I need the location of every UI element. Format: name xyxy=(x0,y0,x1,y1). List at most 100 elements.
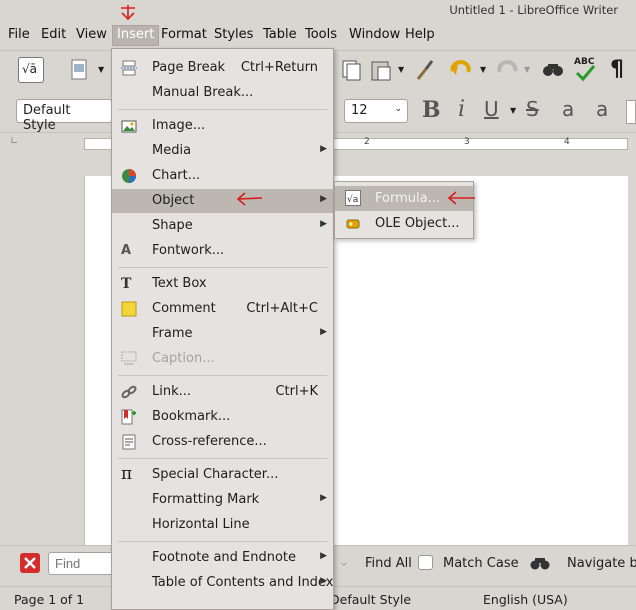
chevron-down-icon[interactable]: ▼ xyxy=(398,65,404,74)
redo-icon[interactable] xyxy=(494,57,520,83)
language-status[interactable]: English (USA) xyxy=(483,592,568,607)
superscript-icon[interactable]: a xyxy=(562,97,574,121)
menu-item-link[interactable]: Link... Ctrl+K xyxy=(112,380,333,404)
ruler-label: 3 xyxy=(464,137,470,147)
paste-icon[interactable] xyxy=(368,57,394,83)
submenu-arrow-icon: ▶ xyxy=(320,493,327,503)
menu-format[interactable]: Format xyxy=(161,27,207,42)
submenu-arrow-icon: ▶ xyxy=(320,551,327,561)
submenu-arrow-icon: ▶ xyxy=(320,219,327,229)
menu-item-frame[interactable]: Frame ▶ xyxy=(112,322,333,346)
find-all-button[interactable]: Find All xyxy=(365,556,412,571)
font-size-select[interactable]: 12 ⌄ xyxy=(344,99,408,123)
chevron-down-icon[interactable]: ▼ xyxy=(524,65,530,74)
menu-item-image[interactable]: Image... xyxy=(112,114,333,138)
ruler-label: 2 xyxy=(364,137,370,147)
menu-item-text-box[interactable]: T Text Box xyxy=(112,272,333,296)
annotation-arrow-icon xyxy=(236,192,263,206)
menu-item-special-character[interactable]: π Special Character... xyxy=(112,463,333,487)
menu-item-formatting-mark[interactable]: Formatting Mark ▶ xyxy=(112,488,333,512)
cross-reference-icon xyxy=(122,434,136,450)
underline-icon[interactable]: U xyxy=(484,97,499,121)
spelling-icon[interactable]: ABC xyxy=(572,57,598,83)
submenu-arrow-icon: ▶ xyxy=(320,194,327,204)
submenu-arrow-icon: ▶ xyxy=(320,144,327,154)
menu-item-footnote-endnote[interactable]: Footnote and Endnote ▶ xyxy=(112,546,333,570)
italic-icon[interactable]: i xyxy=(458,97,465,122)
strikethrough-icon[interactable]: S xyxy=(526,97,539,121)
annotation-arrow-icon xyxy=(447,191,475,205)
link-icon xyxy=(121,385,137,399)
page-break-icon xyxy=(121,60,137,76)
menu-item-fontwork[interactable]: A Fontwork... xyxy=(112,239,333,263)
menu-edit[interactable]: Edit xyxy=(41,27,66,42)
font-size-value: 12 xyxy=(351,103,368,118)
menu-item-cross-reference[interactable]: Cross-reference... xyxy=(112,430,333,454)
menu-item-manual-break[interactable]: Manual Break... xyxy=(112,81,333,105)
menu-item-chart[interactable]: Chart... xyxy=(112,164,333,188)
chevron-down-icon[interactable]: ▼ xyxy=(510,106,516,115)
menu-file[interactable]: File xyxy=(8,27,30,42)
window-title: Untitled 1 - LibreOffice Writer xyxy=(449,3,618,17)
menu-item-media[interactable]: Media ▶ xyxy=(112,139,333,163)
ole-object-icon xyxy=(346,219,360,229)
new-document-icon[interactable] xyxy=(66,57,92,83)
chevron-down-icon[interactable]: ▼ xyxy=(98,65,104,74)
undo-icon[interactable] xyxy=(448,57,474,83)
formula-icon: √a xyxy=(345,190,361,206)
menu-separator xyxy=(118,541,327,542)
omega-icon: π xyxy=(121,464,133,484)
chevron-down-icon[interactable]: ▼ xyxy=(480,65,486,74)
copy-icon[interactable] xyxy=(338,57,364,83)
menu-separator xyxy=(118,109,327,110)
caption-icon xyxy=(121,351,137,365)
menu-item-page-break[interactable]: Page Break Ctrl+Return xyxy=(112,56,333,80)
chevron-down-icon: ⌄ xyxy=(394,104,402,114)
menu-separator xyxy=(118,267,327,268)
subscript-icon[interactable]: a xyxy=(596,97,608,121)
menu-item-ole-object[interactable]: OLE Object... xyxy=(335,211,473,236)
page-count[interactable]: Page 1 of 1 xyxy=(14,592,84,607)
menu-window[interactable]: Window xyxy=(349,27,400,42)
submenu-arrow-icon: ▶ xyxy=(320,327,327,337)
page-style[interactable]: Default Style xyxy=(330,592,411,607)
menu-tools[interactable]: Tools xyxy=(305,27,337,42)
menu-item-caption[interactable]: Caption... xyxy=(112,347,333,371)
menu-item-object[interactable]: Object ▶ xyxy=(112,189,333,213)
insert-menu: Page Break Ctrl+Return Manual Break... I… xyxy=(111,48,334,610)
menu-table[interactable]: Table xyxy=(263,27,297,42)
navigate-by-label[interactable]: Navigate by xyxy=(567,556,636,571)
find-input[interactable] xyxy=(48,552,114,575)
ruler-label: 4 xyxy=(564,137,570,147)
menu-item-horizontal-line[interactable]: Horizontal Line xyxy=(112,513,333,537)
menu-styles[interactable]: Styles xyxy=(214,27,253,42)
clone-formatting-icon[interactable] xyxy=(412,57,438,83)
comment-icon xyxy=(121,301,137,317)
menu-item-table-of-contents[interactable]: Table of Contents and Index ▶ xyxy=(112,571,333,595)
find-next-icon[interactable]: ⌄ xyxy=(338,554,350,570)
menu-item-comment[interactable]: Comment Ctrl+Alt+C xyxy=(112,297,333,321)
paragraph-style-select[interactable]: Default Style xyxy=(16,99,112,133)
formatting-marks-icon[interactable]: ¶ xyxy=(606,57,632,83)
menu-separator xyxy=(118,375,327,376)
math-formula-icon[interactable]: √ā xyxy=(18,57,44,83)
menu-insert[interactable]: Insert xyxy=(112,25,160,46)
submenu-arrow-icon: ▶ xyxy=(320,576,327,586)
menu-help[interactable]: Help xyxy=(405,27,435,42)
tab-stop-icon[interactable]: ∟ xyxy=(10,136,18,147)
menu-item-bookmark[interactable]: Bookmark... xyxy=(112,405,333,429)
navigate-binoculars-icon[interactable] xyxy=(529,552,551,577)
close-find-icon[interactable] xyxy=(20,553,40,573)
chart-icon xyxy=(122,169,136,183)
toolbar-overflow[interactable] xyxy=(626,100,636,124)
fontwork-icon: A xyxy=(121,243,132,258)
menu-item-shape[interactable]: Shape ▶ xyxy=(112,214,333,238)
menu-separator xyxy=(118,458,327,459)
find-replace-icon[interactable] xyxy=(540,57,566,83)
title-bar: Untitled 1 - LibreOffice Writer xyxy=(0,0,636,22)
bold-icon[interactable]: B xyxy=(422,97,441,123)
match-case-label[interactable]: Match Case xyxy=(443,556,519,571)
bookmark-icon xyxy=(121,409,136,425)
match-case-checkbox[interactable] xyxy=(418,555,433,570)
menu-view[interactable]: View xyxy=(76,27,107,42)
